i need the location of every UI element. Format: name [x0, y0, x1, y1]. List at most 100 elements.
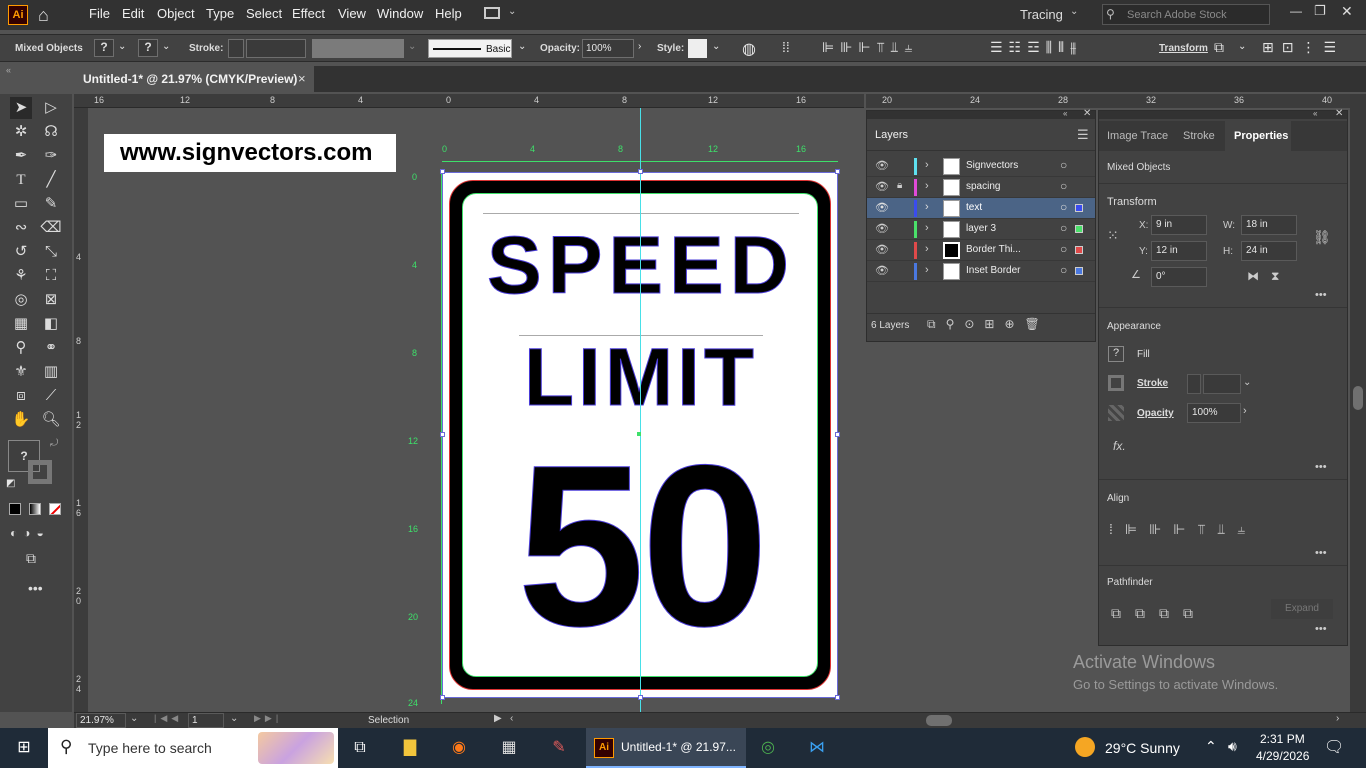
menu-effect[interactable]: Effect: [292, 6, 325, 21]
menu-edit[interactable]: Edit: [122, 6, 144, 21]
fx-button[interactable]: fx.: [1113, 439, 1126, 453]
scroll-right-icon[interactable]: ›: [1336, 713, 1339, 724]
menu-file[interactable]: File: [89, 6, 110, 21]
illustrator-logo[interactable]: Ai: [8, 5, 28, 25]
type-tool-icon[interactable]: T: [10, 169, 32, 191]
selection-handle[interactable]: [835, 695, 840, 700]
zoom-field[interactable]: 21.97%: [76, 713, 126, 728]
more-options-icon[interactable]: •••: [1315, 547, 1327, 559]
taskbar-illustrator-button[interactable]: Ai Untitled-1* @ 21.97...: [586, 728, 746, 768]
selection-indicator[interactable]: [1075, 225, 1083, 233]
zoom-tool-icon[interactable]: 🔍︎: [40, 409, 62, 431]
stroke-weight-field[interactable]: [246, 39, 306, 58]
workspace-switcher[interactable]: Tracing: [1020, 7, 1063, 22]
expand-layer-icon[interactable]: ›: [925, 222, 929, 234]
collapse-panel-icon[interactable]: «: [1063, 109, 1067, 118]
menu-object[interactable]: Object: [157, 6, 195, 21]
blend-tool-icon[interactable]: ⚭: [40, 337, 62, 359]
more-options-icon[interactable]: •••: [1315, 623, 1327, 635]
minimize-button[interactable]: —: [1290, 4, 1302, 18]
notifications-icon[interactable]: 🗨︎: [1324, 737, 1344, 757]
more-options-icon[interactable]: •••: [1315, 289, 1327, 301]
lock-icon[interactable]: 🔒︎: [897, 180, 902, 191]
collapse-toolbar-icon[interactable]: «: [6, 65, 11, 75]
file-explorer-icon[interactable]: ▇: [398, 736, 422, 760]
chevron-down-icon[interactable]: ⌄: [162, 41, 170, 52]
more-tools-icon[interactable]: •••: [28, 580, 43, 596]
layer-name[interactable]: text: [966, 202, 982, 213]
selection-handle[interactable]: [638, 169, 643, 174]
selection-handle[interactable]: [638, 695, 643, 700]
more-options-icon[interactable]: •••: [1315, 461, 1327, 473]
artboard-tool-icon[interactable]: ⧈: [10, 385, 32, 407]
clock-time[interactable]: 2:31 PM: [1260, 732, 1305, 746]
stroke-swatch[interactable]: ?: [138, 39, 158, 57]
x-position-field[interactable]: 9 in: [1151, 215, 1207, 235]
layer-name[interactable]: Signvectors: [966, 160, 1018, 171]
layer-row-selected[interactable]: 👁︎ › text ○: [867, 198, 1095, 219]
expand-layer-icon[interactable]: ›: [925, 243, 929, 255]
chevron-down-icon[interactable]: ⌄: [508, 6, 516, 17]
home-icon[interactable]: ⌂: [38, 5, 49, 26]
gradient-mode-button[interactable]: [29, 503, 41, 515]
close-panel-icon[interactable]: ✕: [1335, 108, 1343, 119]
tab-properties[interactable]: Properties: [1234, 130, 1288, 142]
eyedropper-tool-icon[interactable]: ⚲: [10, 337, 32, 359]
chevron-right-icon[interactable]: ›: [638, 41, 641, 52]
menu-type[interactable]: Type: [206, 6, 234, 21]
menu-window[interactable]: Window: [377, 6, 423, 21]
chevron-down-icon[interactable]: ⌄: [518, 41, 526, 52]
chevron-right-icon[interactable]: ›: [1243, 405, 1247, 417]
isolate-icon[interactable]: ⧉: [1214, 39, 1224, 56]
opacity-link[interactable]: Opacity: [1137, 408, 1174, 419]
selection-tool-icon[interactable]: ➤: [10, 97, 32, 119]
arrange-documents-icon[interactable]: [484, 7, 500, 19]
magic-wand-tool-icon[interactable]: ✲: [10, 121, 32, 143]
y-position-field[interactable]: 12 in: [1151, 241, 1207, 261]
free-transform-tool-icon[interactable]: ⛶: [40, 265, 62, 287]
menu-select[interactable]: Select: [246, 6, 282, 21]
tab-image-trace[interactable]: Image Trace: [1107, 130, 1168, 142]
expand-layer-icon[interactable]: ›: [925, 201, 929, 213]
selection-handle[interactable]: [440, 432, 445, 437]
pathfinder-icons[interactable]: ⧉⧉⧉⧉: [1111, 605, 1207, 622]
vertical-guide[interactable]: [640, 108, 641, 712]
distribute-buttons-icon[interactable]: ☰☷☲⫼⫴⫵: [990, 39, 1082, 56]
status-menu-icon[interactable]: ▶: [494, 713, 502, 724]
expand-layer-icon[interactable]: ›: [925, 180, 929, 192]
drawing-mode-icon[interactable]: ◐◑◒: [10, 526, 50, 540]
none-mode-button[interactable]: [49, 503, 61, 515]
target-circle-icon[interactable]: ○: [1060, 158, 1067, 172]
visibility-eye-icon[interactable]: 👁︎: [875, 243, 889, 256]
chevron-down-icon[interactable]: ⌄: [130, 713, 138, 724]
layer-actions-icons[interactable]: ⧉⚲⊙⊞⊕🗑︎: [927, 317, 1050, 332]
target-circle-icon[interactable]: ○: [1060, 263, 1067, 277]
artboard-number-field[interactable]: 1: [188, 713, 224, 728]
horizontal-ruler[interactable]: 16 12 8 4 0 4 8 12 16: [74, 94, 864, 108]
color-mode-button[interactable]: [9, 503, 21, 515]
layer-name[interactable]: Inset Border: [966, 265, 1020, 276]
selection-handle[interactable]: [440, 695, 445, 700]
paint-app-icon[interactable]: ✎: [547, 736, 571, 760]
rotation-field[interactable]: 0°: [1151, 267, 1207, 287]
taskbar-search-input[interactable]: Type here to search: [88, 740, 212, 756]
constrain-proportions-icon[interactable]: ⛓: [1313, 229, 1331, 246]
chevron-down-icon[interactable]: ⌄: [1243, 377, 1251, 388]
firefox-icon[interactable]: ◉: [447, 736, 471, 760]
fill-label[interactable]: Fill: [1137, 349, 1150, 360]
tray-chevron-icon[interactable]: ⌃: [1205, 738, 1217, 755]
windows-start-icon[interactable]: ⊞: [12, 736, 36, 760]
perspective-grid-tool-icon[interactable]: ⊠: [40, 289, 62, 311]
layers-tab[interactable]: Layers: [875, 129, 908, 141]
stroke-swatch-large[interactable]: [28, 460, 52, 484]
search-stock-box[interactable]: ⚲ Search Adobe Stock: [1102, 4, 1270, 25]
vscode-icon[interactable]: ⋈: [805, 736, 829, 760]
reference-point-icon[interactable]: ⁙: [1107, 227, 1119, 244]
swap-fill-stroke-icon[interactable]: ⤾: [50, 438, 58, 449]
gradient-tool-icon[interactable]: ◧: [40, 313, 62, 335]
stroke-link[interactable]: Stroke: [1137, 378, 1168, 389]
curvature-tool-icon[interactable]: ✑: [40, 145, 62, 167]
close-tab-icon[interactable]: ×: [298, 71, 306, 86]
menu-help[interactable]: Help: [435, 6, 462, 21]
slice-tool-icon[interactable]: ⟋: [40, 385, 62, 407]
